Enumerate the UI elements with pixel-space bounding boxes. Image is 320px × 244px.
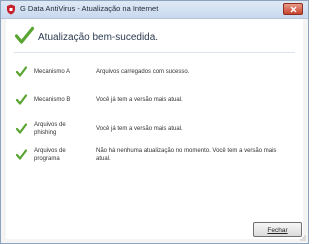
close-button-label: Fechar xyxy=(267,227,288,234)
list-item-message: Você já tem a versão mais atual. xyxy=(96,97,183,103)
page-title: Atualização bem-sucedida. xyxy=(38,32,159,43)
list-item-message: Não há nenhuma atualização no momento. V… xyxy=(96,148,277,162)
dialog-window: G Data AntiVirus - Atualização na Intern… xyxy=(0,0,309,244)
list-item-message: Arquivos carregados com sucesso. xyxy=(96,69,190,75)
check-icon xyxy=(16,149,27,160)
window-title: G Data AntiVirus - Atualização na Intern… xyxy=(20,4,159,13)
gdata-shield-icon xyxy=(7,4,15,15)
check-icon xyxy=(16,94,27,105)
resize-grip-icon[interactable] xyxy=(299,234,306,241)
list-item-name: Mecanismo A xyxy=(34,69,71,75)
check-icon xyxy=(15,26,34,44)
list-item-name: Mecanismo B xyxy=(34,97,71,103)
divider xyxy=(14,52,295,53)
check-icon xyxy=(16,123,27,134)
window-close-button[interactable] xyxy=(283,3,303,15)
dialog-content: Atualização bem-sucedida. Mecanismo A Ar… xyxy=(6,19,303,239)
close-icon xyxy=(290,6,297,13)
list-item-message: Você já tem a versão mais atual. xyxy=(96,126,183,132)
list-item-name: Arquivos de phishing xyxy=(34,122,66,136)
check-icon xyxy=(16,66,27,77)
list-item-name: Arquivos de programa xyxy=(34,148,66,162)
close-button[interactable]: Fechar xyxy=(253,222,302,237)
title-bar[interactable]: G Data AntiVirus - Atualização na Intern… xyxy=(1,1,308,19)
